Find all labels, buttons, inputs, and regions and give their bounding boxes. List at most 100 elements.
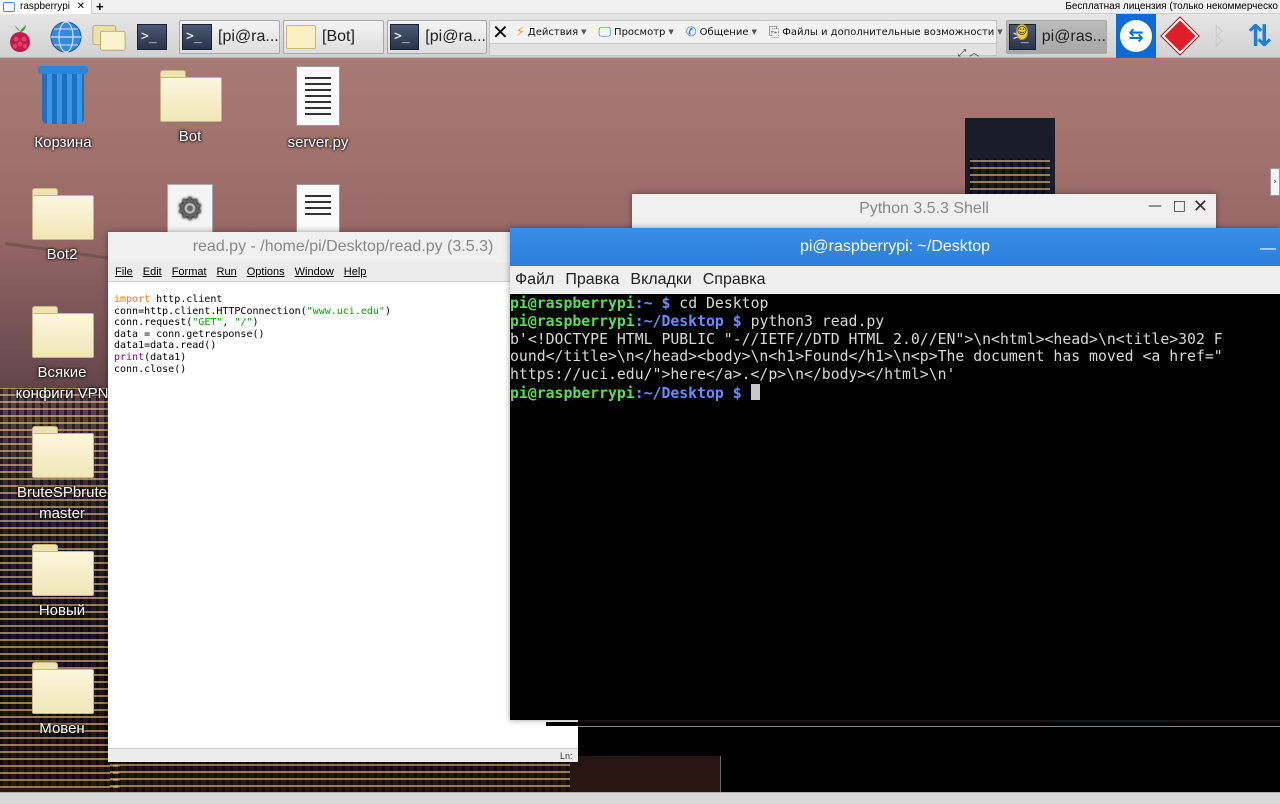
web-browser-launcher[interactable] [48, 20, 84, 54]
remote-tab-strip: raspberrypi ✕ + Бесплатная лицензия (тол… [0, 0, 1280, 14]
background-terminal-lower [720, 756, 1280, 792]
window-title: Python 3.5.3 Shell [859, 200, 989, 217]
folders-icon [92, 25, 126, 51]
tv-menu-label: Файлы и дополнительные возможности [782, 26, 995, 38]
menu-tabs[interactable]: Вкладки [630, 271, 691, 289]
remote-session-tab-label: raspberrypi [20, 1, 71, 12]
terminal-line: ound</title>\n</head><body>\n<h1>Found</… [510, 348, 1223, 366]
tray-teamviewer[interactable]: ⇆ [1116, 14, 1156, 58]
background-terminal [578, 726, 1280, 756]
window-title: pi@raspberrypi: ~/Desktop [799, 238, 991, 255]
terminal-line: https://uci.edu/">here</a>.</p>\n</body>… [510, 366, 956, 384]
terminal-launcher[interactable]: >_ [134, 20, 170, 54]
tv-menu-actions[interactable]: ⚡ Действия ▼ [511, 25, 592, 40]
minimize-button[interactable]: — [1148, 198, 1162, 214]
add-tab-button[interactable]: + [96, 0, 104, 14]
file-transfer-icon: ⎘ [768, 24, 780, 40]
chevron-down-icon: ▼ [997, 28, 1003, 36]
collapse-toolbar-icon[interactable]: ⤢ ︿ [958, 44, 979, 59]
taskbar-window-label: [Bot] [322, 28, 355, 45]
tv-menu-files[interactable]: ⎘ Файлы и дополнительные возможности ▼ [764, 25, 1008, 40]
code-editor[interactable]: import http.client conn=http.client.HTTPC… [114, 294, 391, 375]
desktop-icon-trash[interactable]: Корзина [8, 66, 118, 153]
desktop-icon-new[interactable]: Новый [7, 544, 117, 621]
editor-status-bar: Ln: 8 Col: 0 [108, 748, 578, 762]
menu-options[interactable]: Options [247, 266, 285, 278]
taskbar-window-label: [pi@ra... [425, 28, 486, 45]
terminal-window[interactable]: pi@raspberrypi: ~/Desktop — Файл Правка … [510, 228, 1280, 720]
editor-menubar: File Edit Format Run Options Window Help [108, 262, 578, 282]
menu-edit[interactable]: Edit [143, 266, 162, 278]
menu-help[interactable]: Help [344, 266, 367, 278]
terminal-menubar: Файл Правка Вкладки Справка [510, 266, 1280, 294]
gear-icon: ⚙ [167, 184, 213, 234]
window-titlebar[interactable]: pi@raspberrypi: ~/Desktop — [510, 228, 1280, 266]
folder-icon [32, 662, 94, 714]
desktop-icon-config[interactable]: ⚙ [135, 184, 245, 234]
desktop-icon-moven[interactable]: Мовен [7, 662, 117, 739]
menu-help[interactable]: Справка [703, 271, 766, 289]
remote-control-toolbar: ✕ ⚡ Действия ▼ 🖵 Просмотр ▼ ✆ Общение ▼ … [489, 20, 1029, 44]
chevron-down-icon: ▼ [581, 28, 587, 36]
menu-format[interactable]: Format [172, 266, 207, 278]
minimize-button[interactable]: — [1260, 240, 1276, 258]
folder-icon [32, 306, 94, 358]
close-icon[interactable]: ✕ [77, 0, 85, 14]
file-manager-launcher[interactable] [91, 20, 127, 54]
menu-file[interactable]: Файл [515, 271, 554, 289]
tv-menu-label: Просмотр [614, 26, 666, 38]
window-titlebar[interactable]: read.py - /home/pi/Desktop/read.py (3.5.… [108, 232, 578, 262]
menu-file[interactable]: File [115, 266, 133, 278]
text-cursor [750, 383, 760, 400]
smiley-icon[interactable]: ☺ [1015, 24, 1029, 40]
terminal-output[interactable]: pi@raspberrypi:~ $ cd Desktop pi@raspber… [510, 294, 1280, 720]
taskbar-window-bot[interactable]: [Bot] [283, 20, 384, 54]
close-button[interactable]: ✕ [1193, 196, 1208, 217]
desktop-icon-vpn-configs[interactable]: Всякие конфиги VPN [7, 306, 117, 404]
tray-vnc[interactable] [1160, 14, 1200, 58]
text-file-icon [296, 66, 340, 126]
desktop-icon-label: Bot2 [46, 246, 78, 263]
desktop-icon-label: Всякие конфиги VPN [15, 364, 109, 402]
menu-window[interactable]: Window [295, 266, 334, 278]
desktop-icon-label: Мовен [39, 720, 85, 737]
remote-session-tab[interactable]: raspberrypi ✕ [0, 0, 92, 14]
tv-menu-view[interactable]: 🖵 Просмотр ▼ [594, 25, 679, 40]
taskbar-window-label: [pi@ra... [218, 28, 279, 45]
code-line: conn.request("GET", "/") [114, 317, 259, 329]
chevron-right-icon[interactable]: › [1270, 168, 1280, 196]
desktop-icon-brute[interactable]: BruteSPbrute master [7, 426, 117, 524]
menu-run[interactable]: Run [217, 266, 237, 278]
remote-view-scrollbar[interactable] [0, 792, 1280, 804]
folder-icon [32, 544, 94, 596]
code-line: import http.client [114, 294, 223, 305]
menu-edit[interactable]: Правка [565, 271, 619, 289]
code-line: conn.close() [114, 363, 187, 375]
code-line: print(data1) [114, 351, 187, 363]
window-titlebar[interactable]: Python 3.5.3 Shell [632, 194, 1216, 224]
bluetooth-icon: ᛒ [1211, 22, 1227, 50]
desktop-icon-label: Новый [38, 602, 86, 619]
license-notice: Бесплатная лицензия (только некоммерческ… [1065, 1, 1278, 12]
tray-bluetooth[interactable]: ᛒ [1204, 14, 1234, 58]
desktop-icon-server-py[interactable]: server.py [263, 66, 373, 153]
desktop-icon-label: server.py [287, 134, 349, 151]
close-connection-button[interactable]: ✕ [492, 21, 509, 43]
taskbar-window-terminal-1[interactable]: >_ [pi@ra... [179, 20, 280, 54]
taskbar-window-terminal-2[interactable]: >_ [pi@ra... [387, 20, 487, 54]
desktop-icon-label: Корзина [34, 134, 92, 151]
taskbar-window-label: pi@ras... [1041, 28, 1106, 45]
raspberry-menu-button[interactable] [2, 20, 38, 54]
remote-toolbar-subrow [489, 44, 997, 56]
monitor-icon [3, 2, 15, 12]
network-arrows-icon: ⇅ [1247, 18, 1273, 54]
maximize-button[interactable]: □ [1173, 198, 1186, 214]
window-title: read.py - /home/pi/Desktop/read.py (3.5.… [192, 238, 494, 255]
desktop-icon-bot[interactable]: Bot [135, 70, 245, 147]
folder-icon [32, 426, 94, 478]
desktop-icon-bot2[interactable]: Bot2 [7, 188, 117, 265]
tv-menu-communication[interactable]: ✆ Общение ▼ [681, 25, 762, 40]
tray-network[interactable]: ⇅ [1240, 14, 1280, 58]
code-line: data1=data.read() [114, 340, 217, 352]
idle-editor-window[interactable]: read.py - /home/pi/Desktop/read.py (3.5.… [108, 232, 578, 762]
